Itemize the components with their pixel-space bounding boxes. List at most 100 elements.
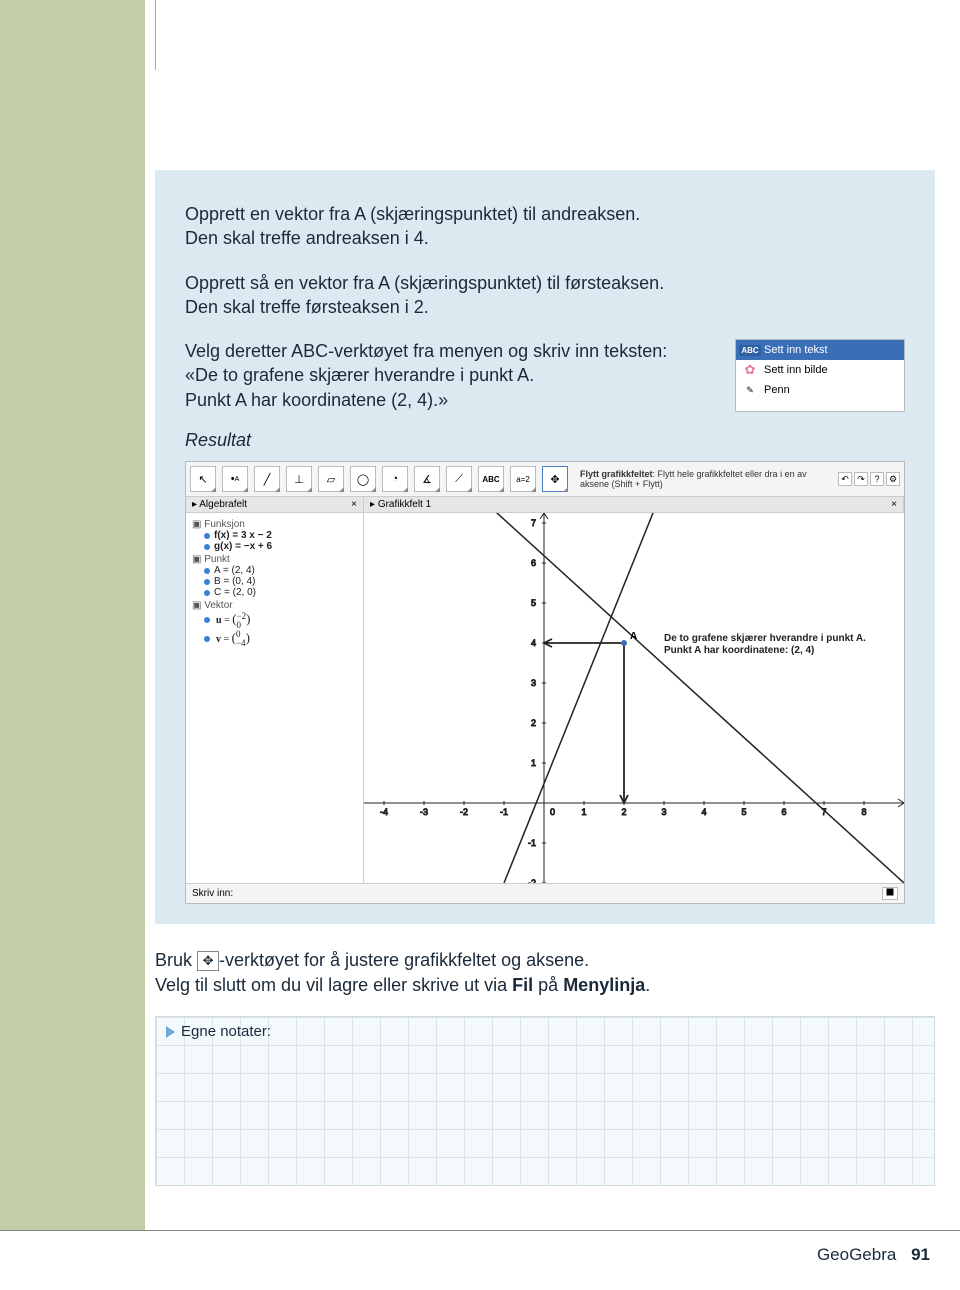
abc-tool-menu: ABC Sett inn tekst ✿ Sett inn bilde ✎ Pe… <box>735 339 905 412</box>
text: Velg til slutt om du vil lagre eller skr… <box>155 975 512 995</box>
menu-label: Penn <box>764 384 790 396</box>
after-instructions: Bruk ✥-verktøyet for å justere grafikkfe… <box>155 948 935 998</box>
text: Opprett en vektor fra A (skjæringspunkte… <box>185 204 640 224</box>
ann-line2: Punkt A har koordinatene: (2, 4) <box>664 645 814 656</box>
tool-line[interactable]: ╱ <box>254 466 280 492</box>
svg-text:8: 8 <box>861 807 866 817</box>
algebra-title: Algebrafelt <box>199 499 247 510</box>
help-icon[interactable]: ? <box>870 472 884 486</box>
menu-label: Sett inn tekst <box>764 344 828 356</box>
text: . <box>645 975 650 995</box>
svg-text:-3: -3 <box>420 807 428 817</box>
image-icon: ✿ <box>742 363 758 377</box>
alg-item[interactable]: C = (2, 0) <box>192 587 357 598</box>
tool-circle[interactable]: ◯ <box>350 466 376 492</box>
menu-item-image[interactable]: ✿ Sett inn bilde <box>736 360 904 380</box>
instruction-box: Opprett en vektor fra A (skjæringspunkte… <box>155 170 935 924</box>
text: Bruk <box>155 950 197 970</box>
svg-text:4: 4 <box>531 638 536 648</box>
alg-category: ▣ Funksjon <box>192 519 357 530</box>
svg-text:6: 6 <box>781 807 786 817</box>
close-icon[interactable]: × <box>351 499 357 510</box>
tool-move-graphics[interactable]: ✥ <box>542 466 568 492</box>
svg-text:-1: -1 <box>500 807 508 817</box>
alg-item[interactable]: f(x) = 3 x − 2 <box>192 530 357 541</box>
text-bold: Menylinja <box>563 975 645 995</box>
toolbar-right-icons: ↶ ↷ ? ⚙ <box>838 472 900 486</box>
result-heading: Resultat <box>185 430 905 451</box>
tool-polygon[interactable]: ▱ <box>318 466 344 492</box>
svg-text:3: 3 <box>661 807 666 817</box>
ann-line1: De to grafene skjærer hverandre i punkt … <box>664 633 866 644</box>
svg-text:3: 3 <box>531 678 536 688</box>
abc-icon: ABC <box>742 343 758 357</box>
footer-title: GeoGebra <box>817 1245 896 1264</box>
page-left-band <box>0 0 145 1230</box>
text: «De to grafene skjærer hverandre i punkt… <box>185 365 534 385</box>
text: Velg deretter ABC-verktøyet fra menyen o… <box>185 341 667 361</box>
svg-text:-2: -2 <box>528 878 536 883</box>
notes-label: Egne notater: <box>181 1023 271 1040</box>
menu-item-pen[interactable]: ✎ Penn <box>736 380 904 400</box>
top-divider <box>155 0 156 70</box>
alg-category: ▣ Vektor <box>192 600 357 611</box>
text: -verktøyet for å justere grafikkfeltet o… <box>219 950 589 970</box>
svg-text:5: 5 <box>531 598 536 608</box>
tool-text[interactable]: ABC <box>478 466 504 492</box>
tip-bold: Flytt grafikkfeltet <box>580 469 653 479</box>
alg-item[interactable]: v = (0−4) <box>192 630 357 649</box>
triangle-icon <box>166 1026 175 1038</box>
page-number: 91 <box>911 1245 930 1264</box>
alg-category: ▣ Punkt <box>192 554 357 565</box>
input-help-icon[interactable]: ⯀ <box>882 887 898 900</box>
move-graphics-icon: ✥ <box>197 951 219 971</box>
tool-pointer[interactable]: ↖ <box>190 466 216 492</box>
notes-grid: Egne notater: <box>155 1016 935 1186</box>
redo-icon[interactable]: ↷ <box>854 472 868 486</box>
graphics-panel[interactable]: -4 -3 -2 -1 0 1 2 3 4 5 6 7 8 <box>364 513 904 883</box>
alg-item[interactable]: u = (−20) <box>192 611 357 630</box>
svg-text:1: 1 <box>531 758 536 768</box>
tool-slider[interactable]: a=2 <box>510 466 536 492</box>
menu-item-text[interactable]: ABC Sett inn tekst <box>736 340 904 360</box>
paragraph-2: Opprett så en vektor fra A (skjæringspun… <box>185 271 905 320</box>
text: Den skal treffe andreaksen i 4. <box>185 228 429 248</box>
tool-ellipse[interactable]: ◔ <box>382 466 408 492</box>
main-content: Opprett en vektor fra A (skjæringspunkte… <box>155 170 935 1186</box>
bottom-divider <box>0 1230 960 1231</box>
svg-text:2: 2 <box>531 718 536 728</box>
close-icon[interactable]: × <box>891 499 897 510</box>
undo-icon[interactable]: ↶ <box>838 472 852 486</box>
tool-point[interactable]: •A <box>222 466 248 492</box>
tool-perp[interactable]: ⊥ <box>286 466 312 492</box>
svg-text:5: 5 <box>741 807 746 817</box>
chart-svg: -4 -3 -2 -1 0 1 2 3 4 5 6 7 8 <box>364 513 904 883</box>
tool-reflect[interactable]: ⟋ <box>446 466 472 492</box>
svg-text:-2: -2 <box>460 807 468 817</box>
tool-angle[interactable]: ∡ <box>414 466 440 492</box>
geogebra-input-bar[interactable]: Skriv inn: ⯀ <box>186 883 904 903</box>
toolbar-tip: Flytt grafikkfeltet: Flytt hele grafikkf… <box>574 469 832 490</box>
svg-text:1: 1 <box>581 807 586 817</box>
notes-heading: Egne notater: <box>166 1023 924 1040</box>
svg-text:A: A <box>630 631 637 642</box>
settings-icon[interactable]: ⚙ <box>886 472 900 486</box>
panel-header-row: ▸ Algebrafelt × ▸ Grafikkfelt 1 × <box>186 497 904 513</box>
geogebra-window: ↖ •A ╱ ⊥ ▱ ◯ ◔ ∡ ⟋ ABC a=2 ✥ Flytt grafi… <box>185 461 905 904</box>
algebra-panel-title: ▸ Algebrafelt × <box>186 497 364 512</box>
text: Den skal treffe førsteaksen i 2. <box>185 297 429 317</box>
page-footer: GeoGebra 91 <box>817 1245 930 1265</box>
chart-annotation: De to grafene skjærer hverandre i punkt … <box>664 633 866 657</box>
alg-item[interactable]: B = (0, 4) <box>192 576 357 587</box>
algebra-panel: ▣ Funksjon f(x) = 3 x − 2 g(x) = −x + 6 … <box>186 513 364 883</box>
svg-text:7: 7 <box>531 518 536 528</box>
graphics-panel-title: ▸ Grafikkfelt 1 × <box>364 497 904 512</box>
alg-item[interactable]: g(x) = −x + 6 <box>192 541 357 552</box>
svg-text:0: 0 <box>550 807 555 817</box>
geogebra-toolbar: ↖ •A ╱ ⊥ ▱ ◯ ◔ ∡ ⟋ ABC a=2 ✥ Flytt grafi… <box>186 462 904 497</box>
pen-icon: ✎ <box>742 383 758 397</box>
alg-item[interactable]: A = (2, 4) <box>192 565 357 576</box>
menu-label: Sett inn bilde <box>764 364 828 376</box>
graphics-title: Grafikkfelt 1 <box>378 499 431 510</box>
svg-text:6: 6 <box>531 558 536 568</box>
